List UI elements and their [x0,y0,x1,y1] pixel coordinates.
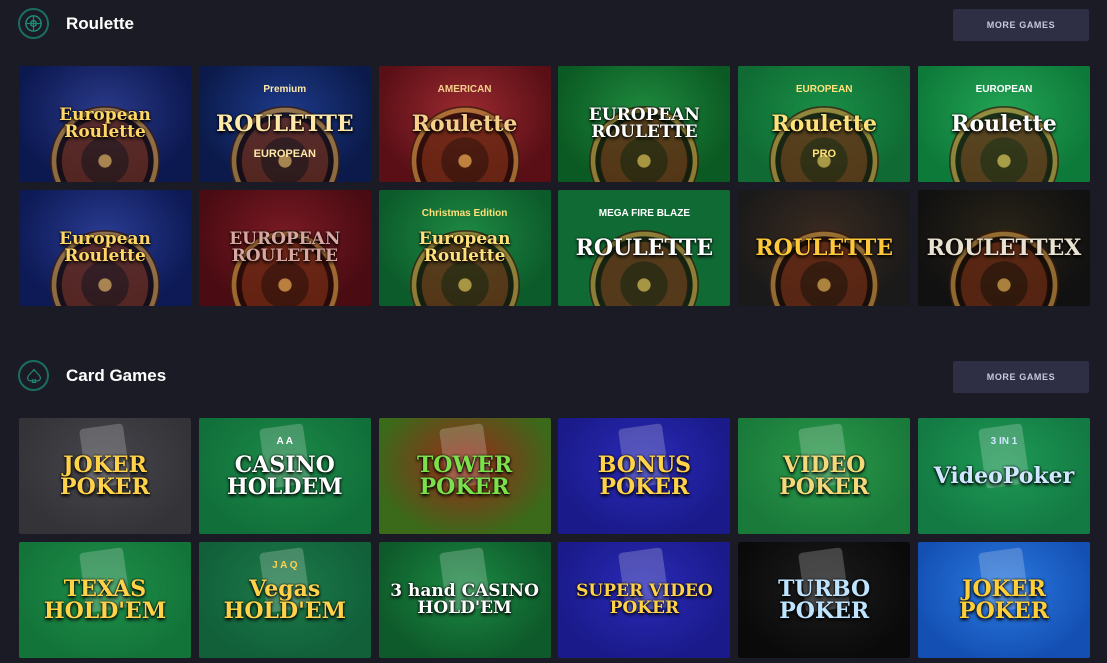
more-games-button[interactable]: MORE GAMES [953,361,1089,393]
game-title: SUPER VIDEO POKER [576,581,713,618]
game-tile[interactable]: TOWER POKER [378,418,551,534]
game-tile[interactable]: JOKER POKER [19,418,191,534]
game-title: EUROPEAN ROULETTE [229,229,341,266]
game-title: European Roulette [59,105,151,142]
game-tile[interactable]: JOKER POKER [917,542,1090,658]
game-title: EUROPEAN ROULETTE [588,105,700,142]
game-title: JOKER POKER [60,452,150,500]
game-title: Vegas HOLD'EM [223,576,346,624]
game-tile[interactable]: EUROPEAN Roulette PRO [738,66,911,182]
game-subtitle: 3 IN 1 [990,436,1018,447]
game-subtitle: EUROPEAN [975,84,1033,95]
game-title: VideoPoker [933,463,1075,489]
game-title: European Roulette [59,229,151,266]
game-title: European Roulette [418,229,511,266]
game-tile[interactable]: BONUS POKER [558,418,731,534]
game-title: VIDEO POKER [779,452,870,500]
game-tile[interactable]: Premium ROULETTE EUROPEAN [198,66,371,182]
section-header: Card Games MORE GAMES [0,352,1107,402]
game-title: JOKER POKER [959,576,1049,624]
game-tile[interactable]: EUROPEAN ROULETTE [198,190,371,306]
game-title: BONUS POKER [597,452,692,500]
game-title: Roulette [951,111,1057,137]
game-title: TEXAS HOLD'EM [43,576,167,624]
game-subtitle: Premium [263,84,307,95]
game-subtitle: EUROPEAN [253,148,316,160]
game-subtitle: Christmas Edition [421,208,508,219]
game-tile[interactable]: ROULETTE [738,190,911,306]
game-subtitle: PRO [812,148,837,160]
game-tile[interactable]: SUPER VIDEO POKER [558,542,731,658]
game-tile[interactable]: MEGA FIRE BLAZE ROULETTE [558,190,731,306]
game-title: Roulette [411,111,518,137]
game-grid: JOKER POKER A A CASINO HOLDEM TOWER POKER BO… [19,418,1090,658]
game-tile[interactable]: TURBO POKER [738,542,911,658]
game-tile[interactable]: European Roulette [19,66,191,182]
game-tile[interactable]: VIDEO POKER [738,418,911,534]
game-tile[interactable]: EUROPEAN Roulette [917,66,1090,182]
game-title: 3 hand CASINO HOLD'EM [390,581,539,618]
roulette-section: Roulette MORE GAMES European Roulette Pre… [0,0,1107,330]
game-subtitle: J A Q [272,560,298,571]
game-tile[interactable]: J A Q Vegas HOLD'EM [198,542,371,658]
game-tile[interactable]: 3 IN 1 VideoPoker [917,418,1090,534]
game-tile[interactable]: A A CASINO HOLDEM [198,418,371,534]
game-subtitle: A A [276,436,294,447]
game-title: Roulette [771,111,877,137]
section-title: Roulette [66,14,134,33]
game-grid: European Roulette Premium ROULETTE EUROPEAN… [19,66,1090,306]
more-games-button[interactable]: MORE GAMES [953,9,1089,41]
game-title: ROULETTE [755,235,893,261]
game-tile[interactable]: TEXAS HOLD'EM [19,542,191,658]
section-header: Roulette MORE GAMES [0,0,1107,50]
game-title: ROULETTE [215,111,354,137]
game-title: TOWER POKER [416,452,513,500]
game-title: CASINO HOLDEM [226,452,343,500]
game-tile[interactable]: AMERICAN Roulette [378,66,551,182]
game-tile[interactable]: EUROPEAN ROULETTE [558,66,731,182]
game-subtitle: MEGA FIRE BLAZE [598,208,691,219]
card-games-section: Card Games MORE GAMES JOKER POKER A A CASI… [0,352,1107,663]
game-title: ROULETTEX [926,235,1082,261]
section-title: Card Games [66,366,167,385]
game-tile[interactable]: 3 hand CASINO HOLD'EM [378,542,551,658]
game-title: TURBO POKER [778,576,871,624]
game-tile[interactable]: European Roulette [19,190,191,306]
spade-icon [18,360,49,391]
roulette-wheel-icon [18,8,49,39]
game-title: ROULETTE [575,235,714,261]
game-subtitle: AMERICAN [437,84,492,95]
game-subtitle: EUROPEAN [795,84,853,95]
game-tile[interactable]: Christmas Edition European Roulette [378,190,551,306]
game-tile[interactable]: ROULETTEX [917,190,1090,306]
